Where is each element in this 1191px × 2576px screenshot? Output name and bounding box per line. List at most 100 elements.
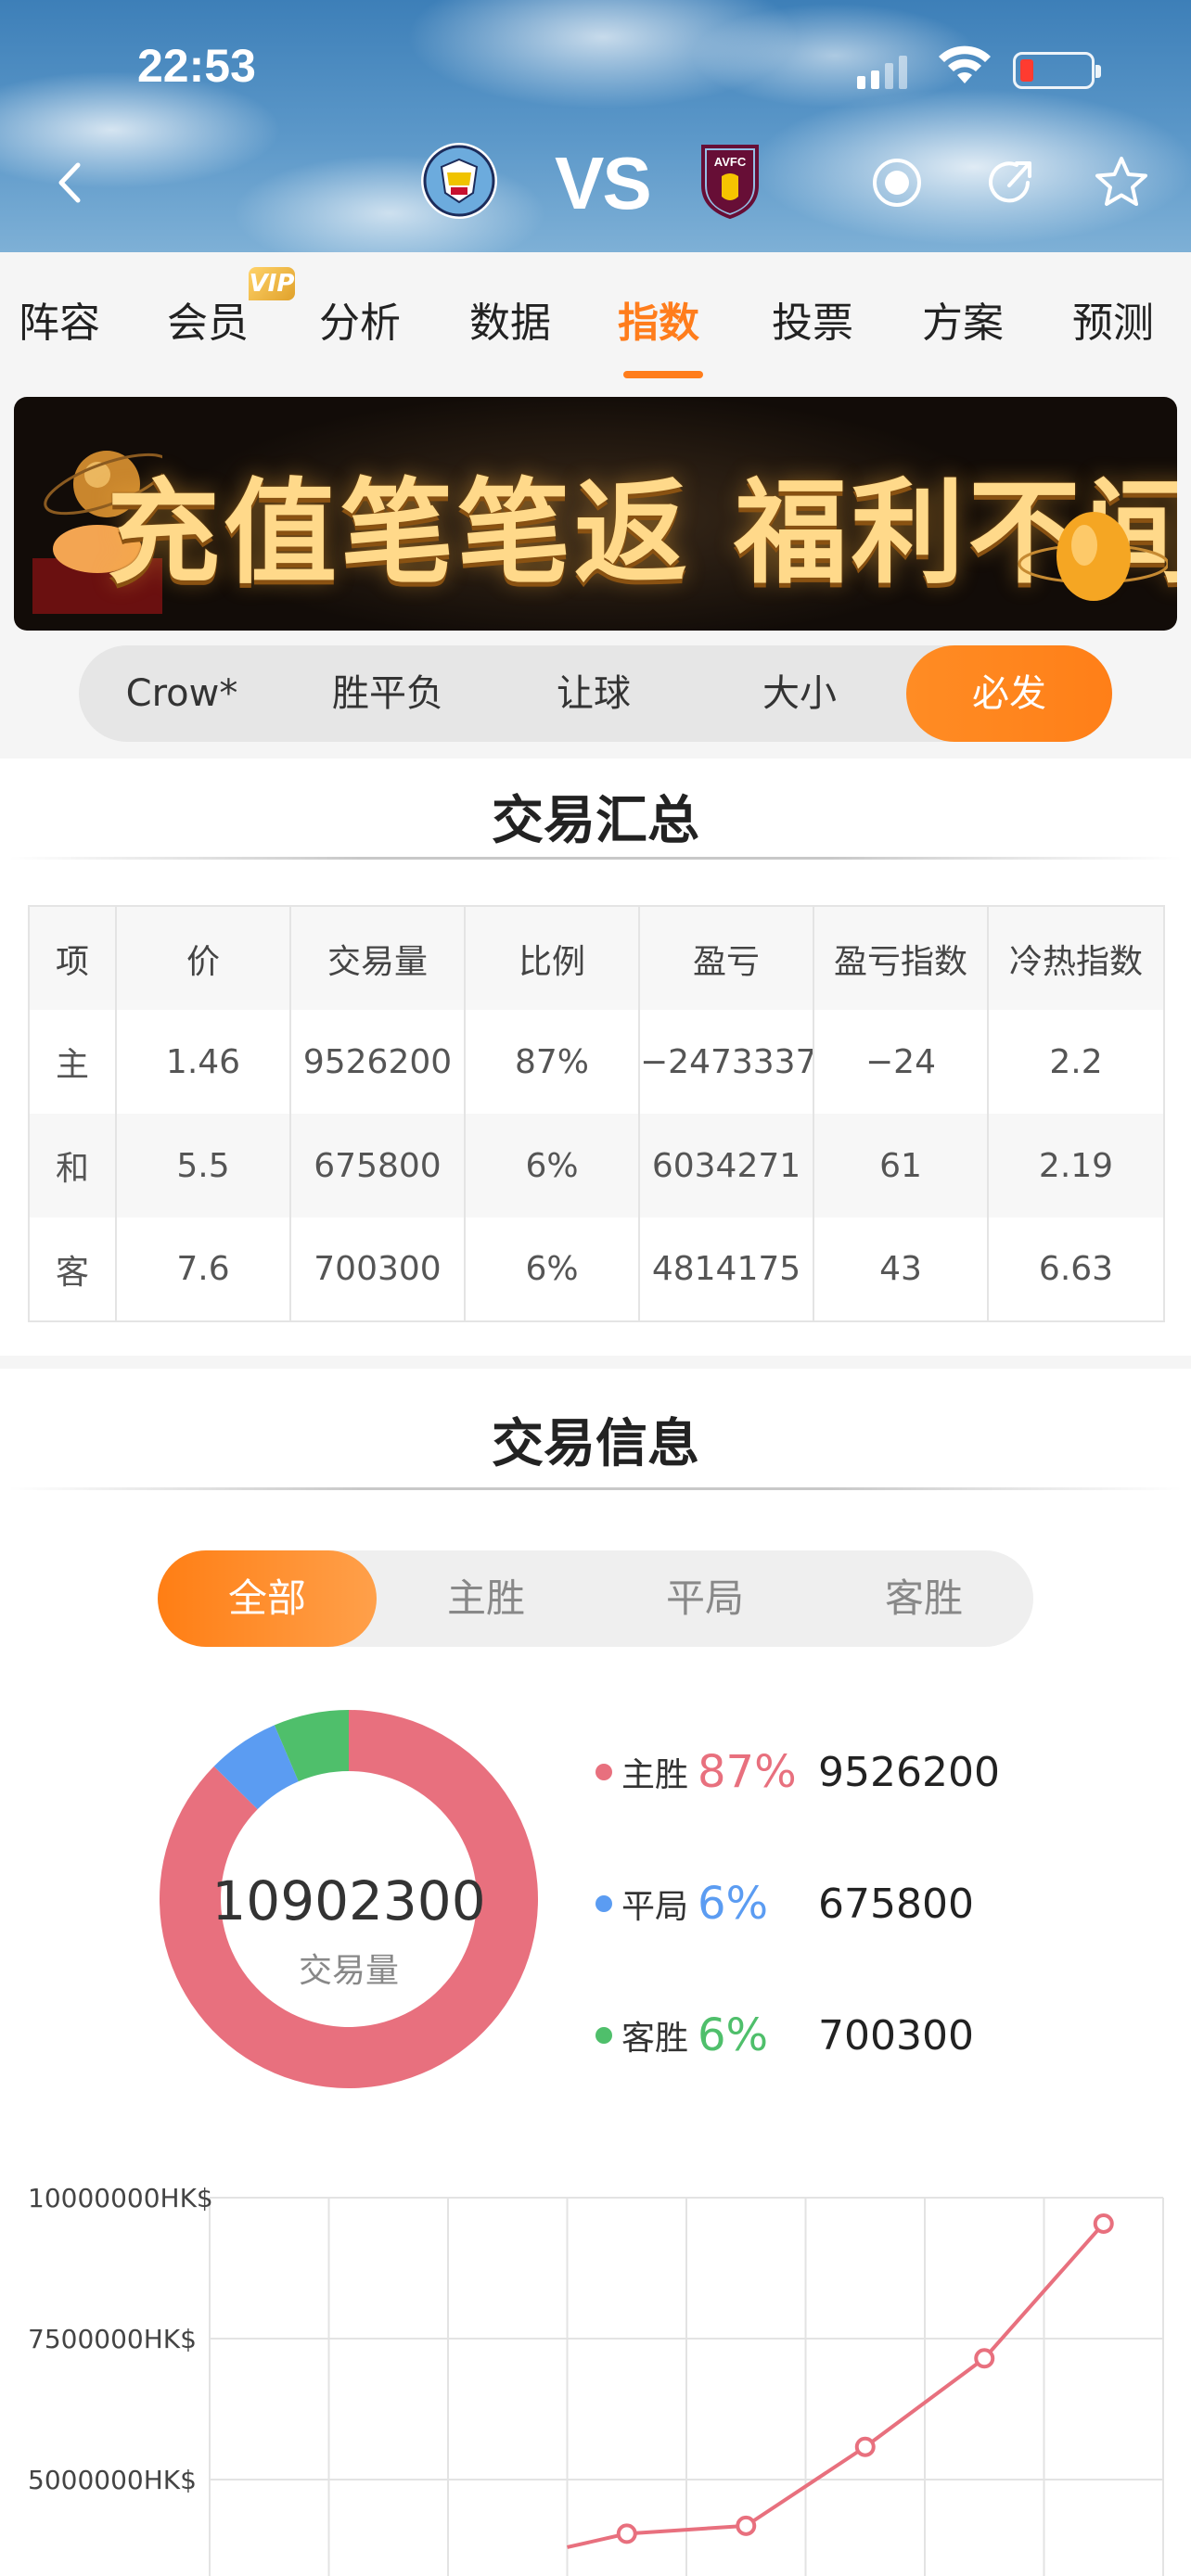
legend-dot bbox=[596, 2027, 612, 2044]
trade-summary-section: 交易汇总 项 价 交易量 比例 盈亏 盈亏指数 冷热指数 主 1.46 9526… bbox=[0, 759, 1191, 1356]
table-cell: 700300 bbox=[289, 1218, 465, 1321]
col-profit-loss: 盈亏 bbox=[638, 906, 813, 1010]
table-cell: 9526200 bbox=[289, 1010, 465, 1114]
tab-member[interactable]: 会员 bbox=[167, 289, 249, 349]
status-time: 22:53 bbox=[137, 40, 256, 92]
trade-summary-table: 项 价 交易量 比例 盈亏 盈亏指数 冷热指数 主 1.46 9526200 8… bbox=[28, 905, 1165, 1322]
divider bbox=[9, 1487, 1182, 1490]
section-title: 交易信息 bbox=[492, 1414, 699, 1474]
table-row: 和 5.5 675800 6% 6034271 61 2.19 bbox=[29, 1114, 1164, 1218]
legend-pct: 6% bbox=[698, 2009, 769, 2061]
legend-dot bbox=[596, 1895, 612, 1912]
y-tick-label: 10000000HK$ bbox=[28, 2183, 213, 2213]
filter-betfair[interactable]: 必发 bbox=[906, 645, 1112, 742]
tab-data[interactable]: 数据 bbox=[469, 289, 551, 349]
table-cell: 客 bbox=[55, 1253, 89, 1292]
col-volume: 交易量 bbox=[289, 906, 465, 1010]
table-cell: 675800 bbox=[289, 1114, 465, 1218]
y-tick-label: 5000000HK$ bbox=[28, 2465, 197, 2495]
total-volume: 10902300 bbox=[211, 1869, 486, 1932]
filter-crow[interactable]: Crow* bbox=[79, 645, 285, 742]
match-header: 22:53 VS AVFC bbox=[0, 0, 1191, 252]
tab-lineup[interactable]: 阵容 bbox=[19, 289, 100, 349]
table-cell: 5.5 bbox=[115, 1114, 290, 1218]
table-cell: 和 bbox=[29, 1114, 116, 1218]
legend-name: 客胜 bbox=[621, 2020, 689, 2058]
table-cell: 43 bbox=[813, 1218, 988, 1321]
match-tabs: 阵容 会员 分析 数据 指数 投票 方案 预测 bbox=[0, 252, 1191, 382]
table-cell: 2.19 bbox=[987, 1114, 1164, 1218]
legend-draw: 平局 6% 675800 bbox=[596, 1871, 974, 1936]
legend-home-win: 主胜 87% 9526200 bbox=[596, 1740, 1000, 1804]
section-title: 交易汇总 bbox=[492, 791, 699, 851]
home-team-logo[interactable] bbox=[419, 141, 499, 221]
filter-draw[interactable]: 平局 bbox=[596, 1550, 814, 1647]
live-record-icon[interactable] bbox=[868, 154, 926, 211]
share-icon[interactable] bbox=[981, 154, 1039, 211]
data-point[interactable] bbox=[616, 2523, 637, 2544]
legend-name: 主胜 bbox=[621, 1756, 689, 1794]
table-cell: 61 bbox=[813, 1114, 988, 1218]
vip-badge: VIP bbox=[249, 267, 295, 300]
filter-handicap[interactable]: 让球 bbox=[491, 645, 697, 742]
divider bbox=[9, 857, 1182, 860]
col-ratio: 比例 bbox=[464, 906, 639, 1010]
star-icon[interactable] bbox=[1093, 154, 1150, 211]
data-point[interactable] bbox=[736, 2515, 757, 2536]
table-cell: −24 bbox=[813, 1010, 988, 1114]
col-item: 项 bbox=[29, 906, 116, 1010]
tab-vote[interactable]: 投票 bbox=[772, 289, 853, 349]
legend-amount: 675800 bbox=[818, 1880, 974, 1928]
filter-1x2[interactable]: 胜平负 bbox=[285, 645, 491, 742]
battery-icon bbox=[1013, 52, 1101, 89]
legend-pct: 87% bbox=[698, 1746, 797, 1798]
tab-index[interactable]: 指数 bbox=[618, 289, 699, 349]
active-tab-indicator bbox=[623, 371, 703, 378]
filter-over-under[interactable]: 大小 bbox=[697, 645, 903, 742]
table-row: 客 7.6 700300 6% 4814175 43 6.63 bbox=[29, 1218, 1164, 1321]
tab-analysis[interactable]: 分析 bbox=[319, 289, 401, 349]
total-volume-label: 交易量 bbox=[298, 1952, 399, 1990]
col-pl-index: 盈亏指数 bbox=[813, 906, 988, 1010]
series-line bbox=[567, 2222, 1106, 2549]
odds-type-filter: Crow* 胜平负 让球 大小 必发 bbox=[79, 645, 1112, 742]
filter-home-win[interactable]: 主胜 bbox=[377, 1550, 596, 1647]
filter-away-win[interactable]: 客胜 bbox=[814, 1550, 1033, 1647]
table-cell: 1.46 bbox=[115, 1010, 290, 1114]
table-cell: 主 bbox=[55, 1046, 89, 1084]
svg-text:AVFC: AVFC bbox=[714, 155, 747, 169]
outcome-filter: 全部 主胜 平局 客胜 bbox=[158, 1550, 1033, 1647]
tab-predict[interactable]: 预测 bbox=[1072, 289, 1154, 349]
cellular-signal-icon bbox=[857, 56, 907, 89]
away-team-logo[interactable]: AVFC bbox=[690, 141, 770, 221]
legend-away-win: 客胜 6% 700300 bbox=[596, 2003, 974, 2068]
filter-all[interactable]: 全部 bbox=[158, 1550, 377, 1647]
legend-name: 平局 bbox=[621, 1888, 689, 1926]
table-cell: 2.2 bbox=[987, 1010, 1164, 1114]
legend-amount: 9526200 bbox=[818, 1748, 1000, 1796]
col-price: 价 bbox=[115, 906, 290, 1010]
legend-dot bbox=[596, 1764, 612, 1780]
volume-trend-chart: 10000000HK$ 7500000HK$ 5000000HK$ bbox=[28, 2183, 1164, 2576]
legend-pct: 6% bbox=[698, 1878, 769, 1930]
table-cell: 6.63 bbox=[987, 1218, 1164, 1321]
table-cell: 6% bbox=[464, 1218, 639, 1321]
table-cell: 6% bbox=[464, 1114, 639, 1218]
table-header-row: 项 价 交易量 比例 盈亏 盈亏指数 冷热指数 bbox=[29, 906, 1164, 1010]
y-tick-label: 7500000HK$ bbox=[28, 2324, 197, 2354]
table-cell: 87% bbox=[464, 1010, 639, 1114]
data-point[interactable] bbox=[854, 2436, 876, 2457]
table-cell: 6034271 bbox=[638, 1114, 813, 1218]
table-cell: −2473337 bbox=[638, 1010, 813, 1114]
table-row: 主 1.46 9526200 87% −2473337 −24 2.2 bbox=[29, 1010, 1164, 1114]
col-heat-index: 冷热指数 bbox=[987, 906, 1164, 1010]
gold-coin-icon bbox=[1018, 512, 1168, 601]
table-cell: 4814175 bbox=[638, 1218, 813, 1321]
promo-banner[interactable]: 充值笔笔返 福利不间断 bbox=[14, 397, 1177, 631]
back-icon[interactable] bbox=[52, 159, 89, 206]
wifi-icon bbox=[939, 45, 991, 83]
data-point[interactable] bbox=[974, 2348, 995, 2369]
data-point[interactable] bbox=[1093, 2213, 1114, 2234]
vs-label: VS bbox=[555, 142, 652, 224]
tab-plan[interactable]: 方案 bbox=[922, 289, 1004, 349]
